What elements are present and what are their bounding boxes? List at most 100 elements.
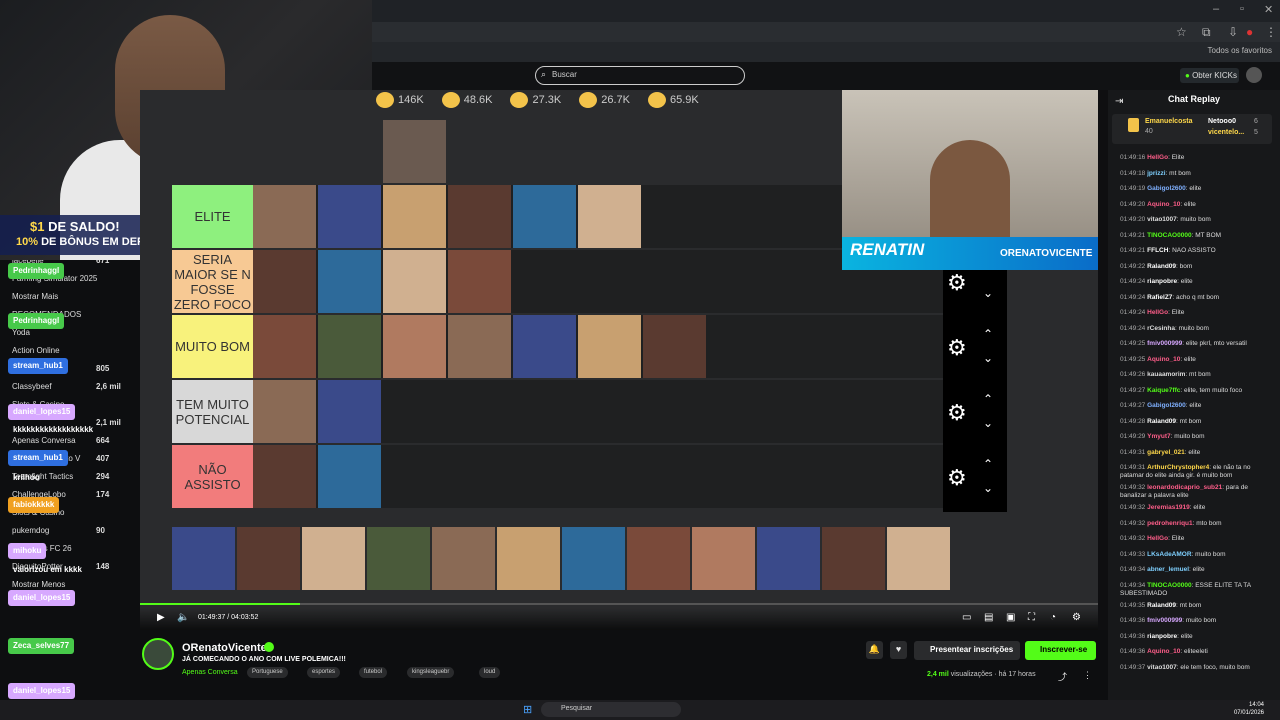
sidebar-row-label[interactable]: pukemdog	[12, 526, 49, 535]
move-down-icon[interactable]: ⌄	[983, 286, 993, 300]
move-down-icon[interactable]: ⌄	[983, 416, 993, 430]
system-clock[interactable]: 14:04 07/01/2026	[1234, 701, 1264, 717]
streamer-thumbnail[interactable]	[253, 250, 316, 313]
streamer-thumbnail[interactable]	[448, 250, 511, 313]
chat-username[interactable]: Ymyut7	[1147, 433, 1170, 440]
pool-thumbnail[interactable]	[237, 527, 300, 590]
speed-icon[interactable]: ◔	[1050, 612, 1056, 623]
chat-username[interactable]: TINOCAO0000	[1147, 232, 1191, 239]
chat-username[interactable]: jprizzi	[1147, 170, 1165, 177]
chat-username[interactable]: Aquino_10	[1147, 648, 1180, 655]
streamer-thumbnail[interactable]	[578, 315, 641, 378]
channel-name[interactable]: ORenatoVicente	[182, 642, 267, 654]
maximize-icon[interactable]: ▫	[1240, 3, 1244, 15]
streamer-thumbnail[interactable]	[253, 185, 316, 248]
chat-username[interactable]: Gabigol2600	[1147, 402, 1186, 409]
pool-thumbnail[interactable]	[757, 527, 820, 590]
chat-username[interactable]: HellGo	[1147, 309, 1168, 316]
chat-username[interactable]: RafielZ7	[1147, 294, 1172, 301]
chat-username[interactable]: Kaique7ffc	[1147, 387, 1180, 394]
chat-username[interactable]: ArthurChrystopher4	[1147, 464, 1209, 471]
chat-username[interactable]: HellGo	[1147, 535, 1168, 542]
chat-username[interactable]: abner_lemuel	[1147, 566, 1189, 573]
miniplayer-icon[interactable]: ▣	[1006, 612, 1015, 623]
pool-thumbnail[interactable]	[302, 527, 365, 590]
chat-username[interactable]: HellGo	[1147, 154, 1168, 161]
chat-username[interactable]: Gabigol2600	[1147, 185, 1186, 192]
sidebar-row-label[interactable]: Action Online	[12, 346, 60, 355]
streamer-thumbnail[interactable]	[383, 250, 446, 313]
chat-username[interactable]: FFLCH	[1147, 247, 1168, 254]
chat-username[interactable]: Jeremias1919	[1147, 504, 1190, 511]
chat-username[interactable]: pedrohenriqu1	[1147, 520, 1193, 527]
more-options-icon[interactable]: ⋮	[1083, 670, 1092, 681]
streamer-thumbnail[interactable]	[448, 315, 511, 378]
move-up-icon[interactable]: ⌃	[983, 392, 993, 406]
streamer-thumbnail[interactable]	[448, 185, 511, 248]
pool-thumbnail[interactable]	[497, 527, 560, 590]
stream-tag[interactable]: Portuguese	[247, 667, 288, 678]
pool-thumbnail[interactable]	[367, 527, 430, 590]
pool-thumbnail[interactable]	[562, 527, 625, 590]
chat-username[interactable]: vitao1007	[1147, 216, 1177, 223]
streamer-thumbnail[interactable]	[513, 185, 576, 248]
chat-username[interactable]: rCesinha	[1147, 325, 1175, 332]
volume-icon[interactable]: 🔈	[177, 612, 189, 623]
bell-icon[interactable]: 🔔	[866, 641, 883, 659]
taskbar-search[interactable]: Pesquisar	[541, 702, 681, 717]
play-icon[interactable]: ▶	[157, 612, 165, 623]
chat-username[interactable]: kauaamorim	[1147, 371, 1185, 378]
streamer-thumbnail[interactable]	[318, 445, 381, 508]
streamer-thumbnail[interactable]	[383, 315, 446, 378]
tier-settings-icon[interactable]: ⚙	[947, 270, 967, 296]
theater-icon[interactable]: ▭	[962, 612, 971, 623]
close-icon[interactable]: ✕	[1264, 3, 1273, 16]
all-favorites-link[interactable]: Todos os favoritos	[1208, 46, 1272, 55]
chat-username[interactable]: Aquino_10	[1147, 201, 1180, 208]
chat-username[interactable]: rianpobre	[1147, 633, 1177, 640]
sidebar-row-label[interactable]: Mostrar Menos	[12, 580, 65, 589]
download-icon[interactable]: ⇩	[1228, 25, 1238, 39]
tier-settings-icon[interactable]: ⚙	[947, 465, 967, 491]
chat-username[interactable]: TINOCAO0000	[1147, 582, 1191, 589]
move-up-icon[interactable]: ⌃	[983, 327, 993, 341]
chat-username[interactable]: Aquino_10	[1147, 356, 1180, 363]
streamer-thumbnail[interactable]	[578, 185, 641, 248]
streamer-thumbnail[interactable]	[318, 185, 381, 248]
menu-kebab-icon[interactable]: ⋮	[1265, 25, 1277, 39]
share-icon[interactable]: ⤴	[1058, 670, 1067, 683]
extensions-icon[interactable]: ⧉	[1202, 25, 1211, 40]
pool-thumbnail[interactable]	[432, 527, 495, 590]
streamer-thumbnail[interactable]	[253, 380, 316, 443]
chat-username[interactable]: fmiv000999	[1147, 340, 1182, 347]
channel-avatar[interactable]	[142, 638, 174, 670]
windows-start-icon[interactable]: ⊞	[523, 703, 532, 716]
heart-icon[interactable]: ♥	[890, 641, 907, 659]
stream-tag[interactable]: futebol	[359, 667, 388, 678]
search-input[interactable]: ⌕ Buscar	[535, 66, 745, 85]
chat-username[interactable]: Raland09	[1147, 602, 1176, 609]
tier-settings-icon[interactable]: ⚙	[947, 335, 967, 361]
stream-tag[interactable]: loud	[479, 667, 501, 678]
chat-username[interactable]: fmiv000999	[1147, 617, 1182, 624]
chat-username[interactable]: rianpobre	[1147, 278, 1177, 285]
pool-thumbnail[interactable]	[822, 527, 885, 590]
get-kicks-button[interactable]: ● Obter KICKs	[1180, 68, 1239, 83]
streamer-thumbnail[interactable]	[513, 315, 576, 378]
fullscreen-icon[interactable]: ⛶	[1028, 612, 1035, 623]
streamer-thumbnail[interactable]	[253, 315, 316, 378]
profile-icon[interactable]: ●	[1246, 25, 1253, 39]
clip-icon[interactable]: ▤	[984, 612, 993, 623]
chat-username[interactable]: vitao1007	[1147, 664, 1177, 671]
settings-icon[interactable]: ⚙	[1072, 612, 1081, 623]
pool-thumbnail[interactable]	[692, 527, 755, 590]
chat-username[interactable]: leonardodicaprio_sub21	[1147, 484, 1222, 491]
streamer-thumbnail[interactable]	[643, 315, 706, 378]
chat-username[interactable]: gabryel_021	[1147, 449, 1185, 456]
stream-tag[interactable]: esportes	[307, 667, 341, 678]
streamer-thumbnail[interactable]	[253, 445, 316, 508]
move-up-icon[interactable]: ⌃	[983, 457, 993, 471]
gift-subs-button[interactable]: Presentear inscrições	[914, 641, 1020, 660]
subscribe-button[interactable]: Inscrever-se	[1025, 641, 1096, 660]
streamer-thumbnail[interactable]	[318, 315, 381, 378]
